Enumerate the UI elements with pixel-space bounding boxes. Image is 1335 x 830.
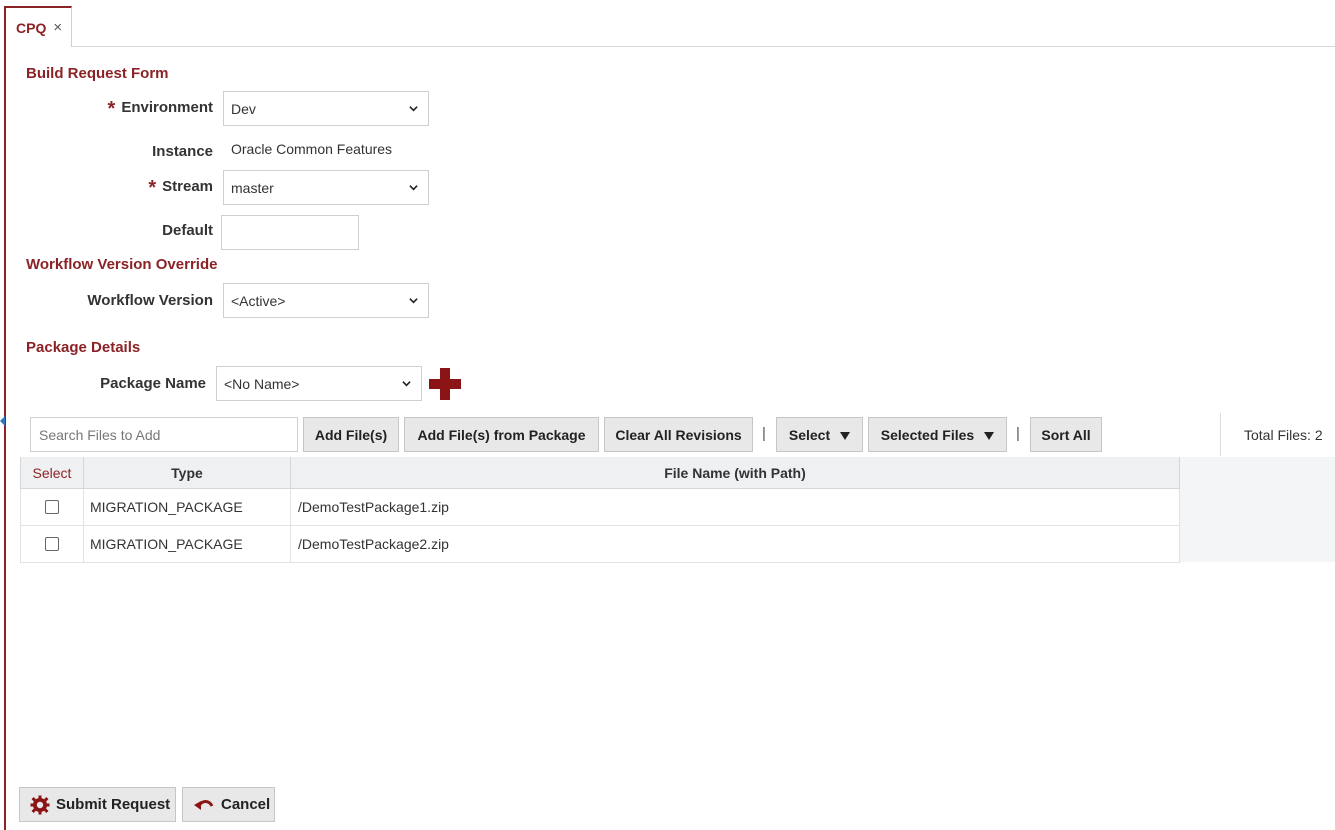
toolbar-divider bbox=[1220, 413, 1221, 456]
row-checkbox[interactable] bbox=[45, 500, 59, 514]
package-name-label: Package Name bbox=[100, 375, 206, 392]
file-toolbar: Add File(s) Add File(s) from Package Cle… bbox=[20, 413, 1335, 456]
plus-icon[interactable] bbox=[429, 368, 461, 400]
add-files-button[interactable]: Add File(s) bbox=[303, 417, 399, 452]
instance-label: Instance bbox=[152, 143, 213, 160]
row-select-cell bbox=[20, 489, 84, 525]
row-file-name: /DemoTestPackage2.zip bbox=[291, 526, 1180, 562]
tab-bar: CPQ × bbox=[6, 6, 1335, 47]
workflow-version-value: <Active> bbox=[231, 292, 286, 309]
submit-request-label: Submit Request bbox=[56, 796, 171, 813]
required-mark: * bbox=[148, 177, 157, 199]
section-title-build: Build Request Form bbox=[26, 65, 169, 82]
table-row[interactable]: MIGRATION_PACKAGE /DemoTestPackage1.zip bbox=[20, 489, 1180, 526]
cancel-button[interactable]: Cancel bbox=[182, 787, 275, 822]
environment-select[interactable]: Dev bbox=[223, 91, 429, 126]
default-label: Default bbox=[162, 222, 213, 239]
grid-empty-area bbox=[1180, 457, 1335, 562]
search-input[interactable] bbox=[30, 417, 298, 452]
total-files-count: 2 bbox=[1314, 427, 1323, 443]
package-name-value: <No Name> bbox=[224, 375, 300, 392]
default-input[interactable] bbox=[221, 215, 359, 250]
workflow-version-label: Workflow Version bbox=[87, 292, 213, 309]
package-name-select[interactable]: <No Name> bbox=[216, 366, 422, 401]
selected-files-label: Selected Files bbox=[880, 426, 975, 443]
stream-label: * Stream bbox=[148, 177, 213, 199]
instance-value: Oracle Common Features bbox=[231, 141, 393, 157]
chevron-down-icon bbox=[409, 185, 418, 191]
collapse-handle-icon[interactable] bbox=[0, 416, 5, 426]
column-header-select[interactable]: Select bbox=[20, 457, 84, 489]
submit-request-button[interactable]: Submit Request bbox=[19, 787, 176, 822]
column-header-type[interactable]: Type bbox=[84, 457, 291, 489]
required-mark: * bbox=[107, 98, 116, 120]
tab-label: CPQ bbox=[16, 19, 47, 36]
chevron-down-icon bbox=[409, 298, 418, 304]
row-type: MIGRATION_PACKAGE bbox=[84, 526, 291, 562]
row-checkbox[interactable] bbox=[45, 537, 59, 551]
toolbar-separator: | bbox=[762, 425, 766, 442]
undo-icon bbox=[194, 799, 214, 810]
chevron-down-icon bbox=[409, 106, 418, 112]
select-menu-button[interactable]: Select bbox=[776, 417, 863, 452]
chevron-down-icon bbox=[402, 381, 411, 387]
stream-value: master bbox=[231, 179, 274, 196]
tab-cpq[interactable]: CPQ × bbox=[6, 6, 72, 47]
section-title-workflow: Workflow Version Override bbox=[26, 256, 218, 273]
environment-label: * Environment bbox=[107, 98, 213, 120]
cancel-label: Cancel bbox=[221, 796, 271, 813]
total-files: Total Files: 2 bbox=[1244, 427, 1323, 443]
select-menu-label: Select bbox=[788, 426, 831, 443]
column-header-file-name[interactable]: File Name (with Path) bbox=[291, 457, 1180, 489]
add-from-package-button[interactable]: Add File(s) from Package bbox=[404, 417, 599, 452]
row-file-name: /DemoTestPackage1.zip bbox=[291, 489, 1180, 525]
row-type: MIGRATION_PACKAGE bbox=[84, 489, 291, 525]
caret-down-icon bbox=[984, 432, 995, 440]
total-files-label: Total Files: bbox=[1244, 427, 1311, 443]
table-row[interactable]: MIGRATION_PACKAGE /DemoTestPackage2.zip bbox=[20, 526, 1180, 563]
environment-value: Dev bbox=[231, 100, 256, 117]
caret-down-icon bbox=[840, 432, 851, 440]
gear-icon bbox=[30, 795, 50, 814]
stream-select[interactable]: master bbox=[223, 170, 429, 205]
clear-all-revisions-button[interactable]: Clear All Revisions bbox=[604, 417, 753, 452]
section-title-package: Package Details bbox=[26, 339, 141, 356]
close-icon[interactable]: × bbox=[53, 19, 62, 36]
selected-files-menu-button[interactable]: Selected Files bbox=[868, 417, 1007, 452]
workflow-version-select[interactable]: <Active> bbox=[223, 283, 429, 318]
row-select-cell bbox=[20, 526, 84, 562]
sort-all-button[interactable]: Sort All bbox=[1030, 417, 1102, 452]
toolbar-separator: | bbox=[1016, 425, 1020, 442]
